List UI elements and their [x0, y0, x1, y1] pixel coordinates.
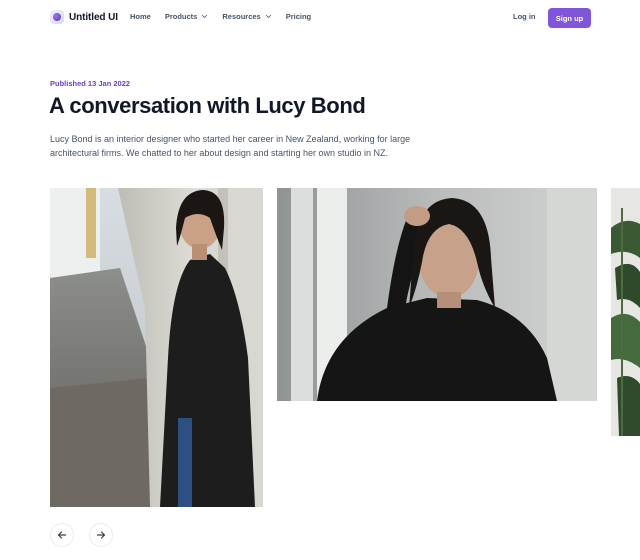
- page-title: A conversation with Lucy Bond: [49, 93, 366, 118]
- published-date: Published 13 Jan 2022: [50, 79, 131, 88]
- logo[interactable]: Untitled UI: [50, 10, 118, 24]
- photo-woman-portrait-hand-in-hair: [277, 188, 597, 401]
- carousel-prev-button[interactable]: [50, 523, 74, 547]
- gallery-image-2: [277, 188, 597, 401]
- login-link[interactable]: Log in: [513, 12, 536, 21]
- nav-item-label: Resources: [222, 12, 261, 21]
- nav-item-home[interactable]: Home: [130, 12, 151, 21]
- nav-item-label: Pricing: [285, 12, 312, 21]
- nav-item-resources[interactable]: Resources: [222, 12, 271, 21]
- nav-item-label: Home: [130, 12, 151, 21]
- arrow-right-icon: [96, 531, 106, 539]
- photo-woman-leaning-on-pillar: [50, 188, 263, 507]
- main-nav: Home Products Resources Pricing: [130, 12, 325, 21]
- nav-item-products[interactable]: Products: [165, 12, 209, 21]
- page: Untitled UI Home Products Resources Pric…: [0, 0, 640, 560]
- navbar: Untitled UI Home Products Resources Pric…: [0, 0, 640, 36]
- chevron-down-icon: [265, 14, 271, 19]
- photo-plant-partial: [611, 188, 640, 436]
- gallery-image-1: [50, 188, 263, 507]
- gallery-image-3: [611, 188, 640, 436]
- logo-text: Untitled UI: [69, 11, 118, 23]
- logo-icon: [50, 10, 64, 24]
- article-lead: Lucy Bond is an interior designer who st…: [50, 134, 411, 158]
- signup-button[interactable]: Sign up: [548, 8, 591, 28]
- chevron-down-icon: [202, 14, 208, 19]
- nav-item-label: Products: [164, 12, 198, 21]
- carousel-next-button[interactable]: [89, 523, 113, 547]
- arrow-left-icon: [57, 531, 67, 539]
- nav-item-pricing[interactable]: Pricing: [286, 12, 311, 21]
